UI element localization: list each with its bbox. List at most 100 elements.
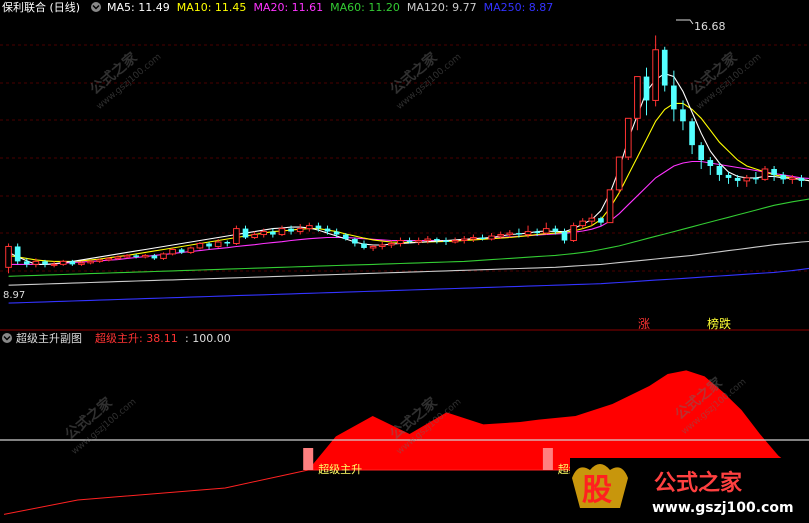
sub-settings-icon[interactable]: [2, 333, 12, 343]
candle-body: [141, 254, 149, 258]
list-tag[interactable]: 榜跌: [707, 316, 731, 331]
candle-body: [32, 260, 40, 265]
candle-body: [615, 156, 623, 191]
ma20-line: [8, 160, 809, 265]
ma-label-5: MA250: 8.87: [484, 1, 554, 14]
watermark-tile-4: 公式之家 www.gszj100.com: [62, 393, 139, 456]
candle-body: [406, 240, 413, 242]
ma-label-4: MA120: 9.77: [407, 1, 477, 14]
watermark-tile-1: 公式之家 www.gszj100.com: [87, 48, 164, 111]
candle-body: [50, 263, 58, 266]
candle-body: [369, 245, 377, 249]
high-price-label: 16.68: [694, 20, 726, 33]
candle-body: [214, 241, 222, 247]
candle-body: [579, 220, 587, 227]
candle-body: [524, 231, 532, 236]
candle-body: [315, 225, 322, 229]
candle-body: [342, 234, 349, 240]
ma-legend: MA5: 11.49 MA10: 11.45 MA20: 11.61 MA60: 11…: [107, 1, 553, 14]
candle-body: [296, 228, 304, 233]
candle-body: [661, 49, 668, 86]
candle-body: [561, 231, 568, 241]
candle-body: [123, 254, 131, 258]
candle-body: [260, 231, 268, 236]
ma250-line: [8, 267, 809, 304]
candle-body: [570, 225, 577, 242]
sub-indicator-label: 超级主升: 38.11: [95, 331, 178, 345]
candle-body: [798, 177, 805, 181]
candle-body: [378, 244, 386, 247]
low-price-label: 8.97: [3, 290, 25, 301]
candle-body: [397, 240, 404, 244]
candle-body: [488, 235, 495, 240]
candle-body: [160, 253, 167, 259]
candle-body: [288, 228, 294, 232]
signal-marker-1[interactable]: [303, 448, 314, 470]
signal-label-1: 超级主升: [318, 462, 362, 476]
chart-canvas: 公式之家 www.gszj100.com 公式之家 www.gszj100.co…: [0, 0, 809, 519]
candle-body: [96, 259, 104, 262]
signal-marker-2[interactable]: [542, 448, 553, 470]
ma10-line: [8, 102, 809, 262]
candle-body: [169, 248, 176, 255]
watermark-tile-3: 公式之家 www.gszj100.com: [687, 48, 764, 111]
candle-body: [23, 261, 30, 265]
candle-body: [224, 242, 231, 244]
candle-body: [415, 240, 422, 243]
candle-body: [114, 256, 122, 259]
candle-body: [78, 262, 85, 265]
candle-body: [780, 174, 787, 180]
candle-body: [761, 168, 769, 180]
ma-label-0: MA5: 11.49: [107, 1, 170, 14]
candle-body: [716, 166, 723, 175]
moving-average-lines: [8, 72, 809, 304]
candle-body: [734, 177, 741, 181]
candle-body: [451, 240, 459, 243]
candle-body: [270, 231, 276, 235]
candle-body: [598, 218, 604, 223]
candle-body: [352, 239, 358, 244]
candle-body: [789, 177, 796, 180]
candle-body: [725, 174, 732, 178]
candle-body: [443, 240, 449, 242]
candle-body: [361, 243, 367, 248]
candle-body: [470, 237, 477, 240]
candle-body: [707, 160, 714, 166]
candle-body: [42, 261, 48, 265]
candle-body: [516, 233, 522, 235]
limit-up-tag[interactable]: 涨: [638, 316, 650, 331]
candle-body: [196, 242, 204, 249]
candle-body: [671, 85, 677, 110]
candle-body: [59, 260, 67, 265]
candle-body: [588, 217, 596, 222]
brand-glyph: 股: [582, 473, 612, 508]
candle-body: [534, 231, 540, 234]
high-price-pointer: [676, 19, 694, 25]
candle-body: [643, 76, 650, 101]
sub-panel-title: 超级主升副图: [16, 331, 82, 345]
candle-body: [680, 109, 686, 122]
candle-body: [634, 76, 641, 119]
candle-body: [460, 238, 468, 242]
candle-body: [5, 245, 12, 268]
candle-body: [233, 228, 240, 244]
candle-body: [133, 255, 139, 257]
candle-body: [305, 225, 313, 230]
candle-body: [479, 237, 486, 240]
ma-settings-icon[interactable]: [91, 2, 101, 12]
candle-body: [771, 168, 777, 175]
stock-title: 保利联合 (日线): [2, 0, 80, 14]
brand-logo: 股 公式之家 www.gszj100.com: [570, 458, 809, 519]
candle-body: [105, 257, 113, 261]
brand-name: 公式之家: [654, 470, 743, 496]
candle-body: [624, 117, 632, 158]
candle-body: [324, 228, 331, 232]
candle-body: [14, 246, 21, 262]
ma60-line: [8, 198, 809, 277]
candle-body: [542, 228, 550, 234]
candle-body: [497, 234, 505, 237]
candle-body: [69, 261, 76, 265]
ma-label-3: MA60: 11.20: [330, 1, 400, 14]
candle-body: [178, 249, 185, 253]
candle-body: [424, 238, 432, 242]
